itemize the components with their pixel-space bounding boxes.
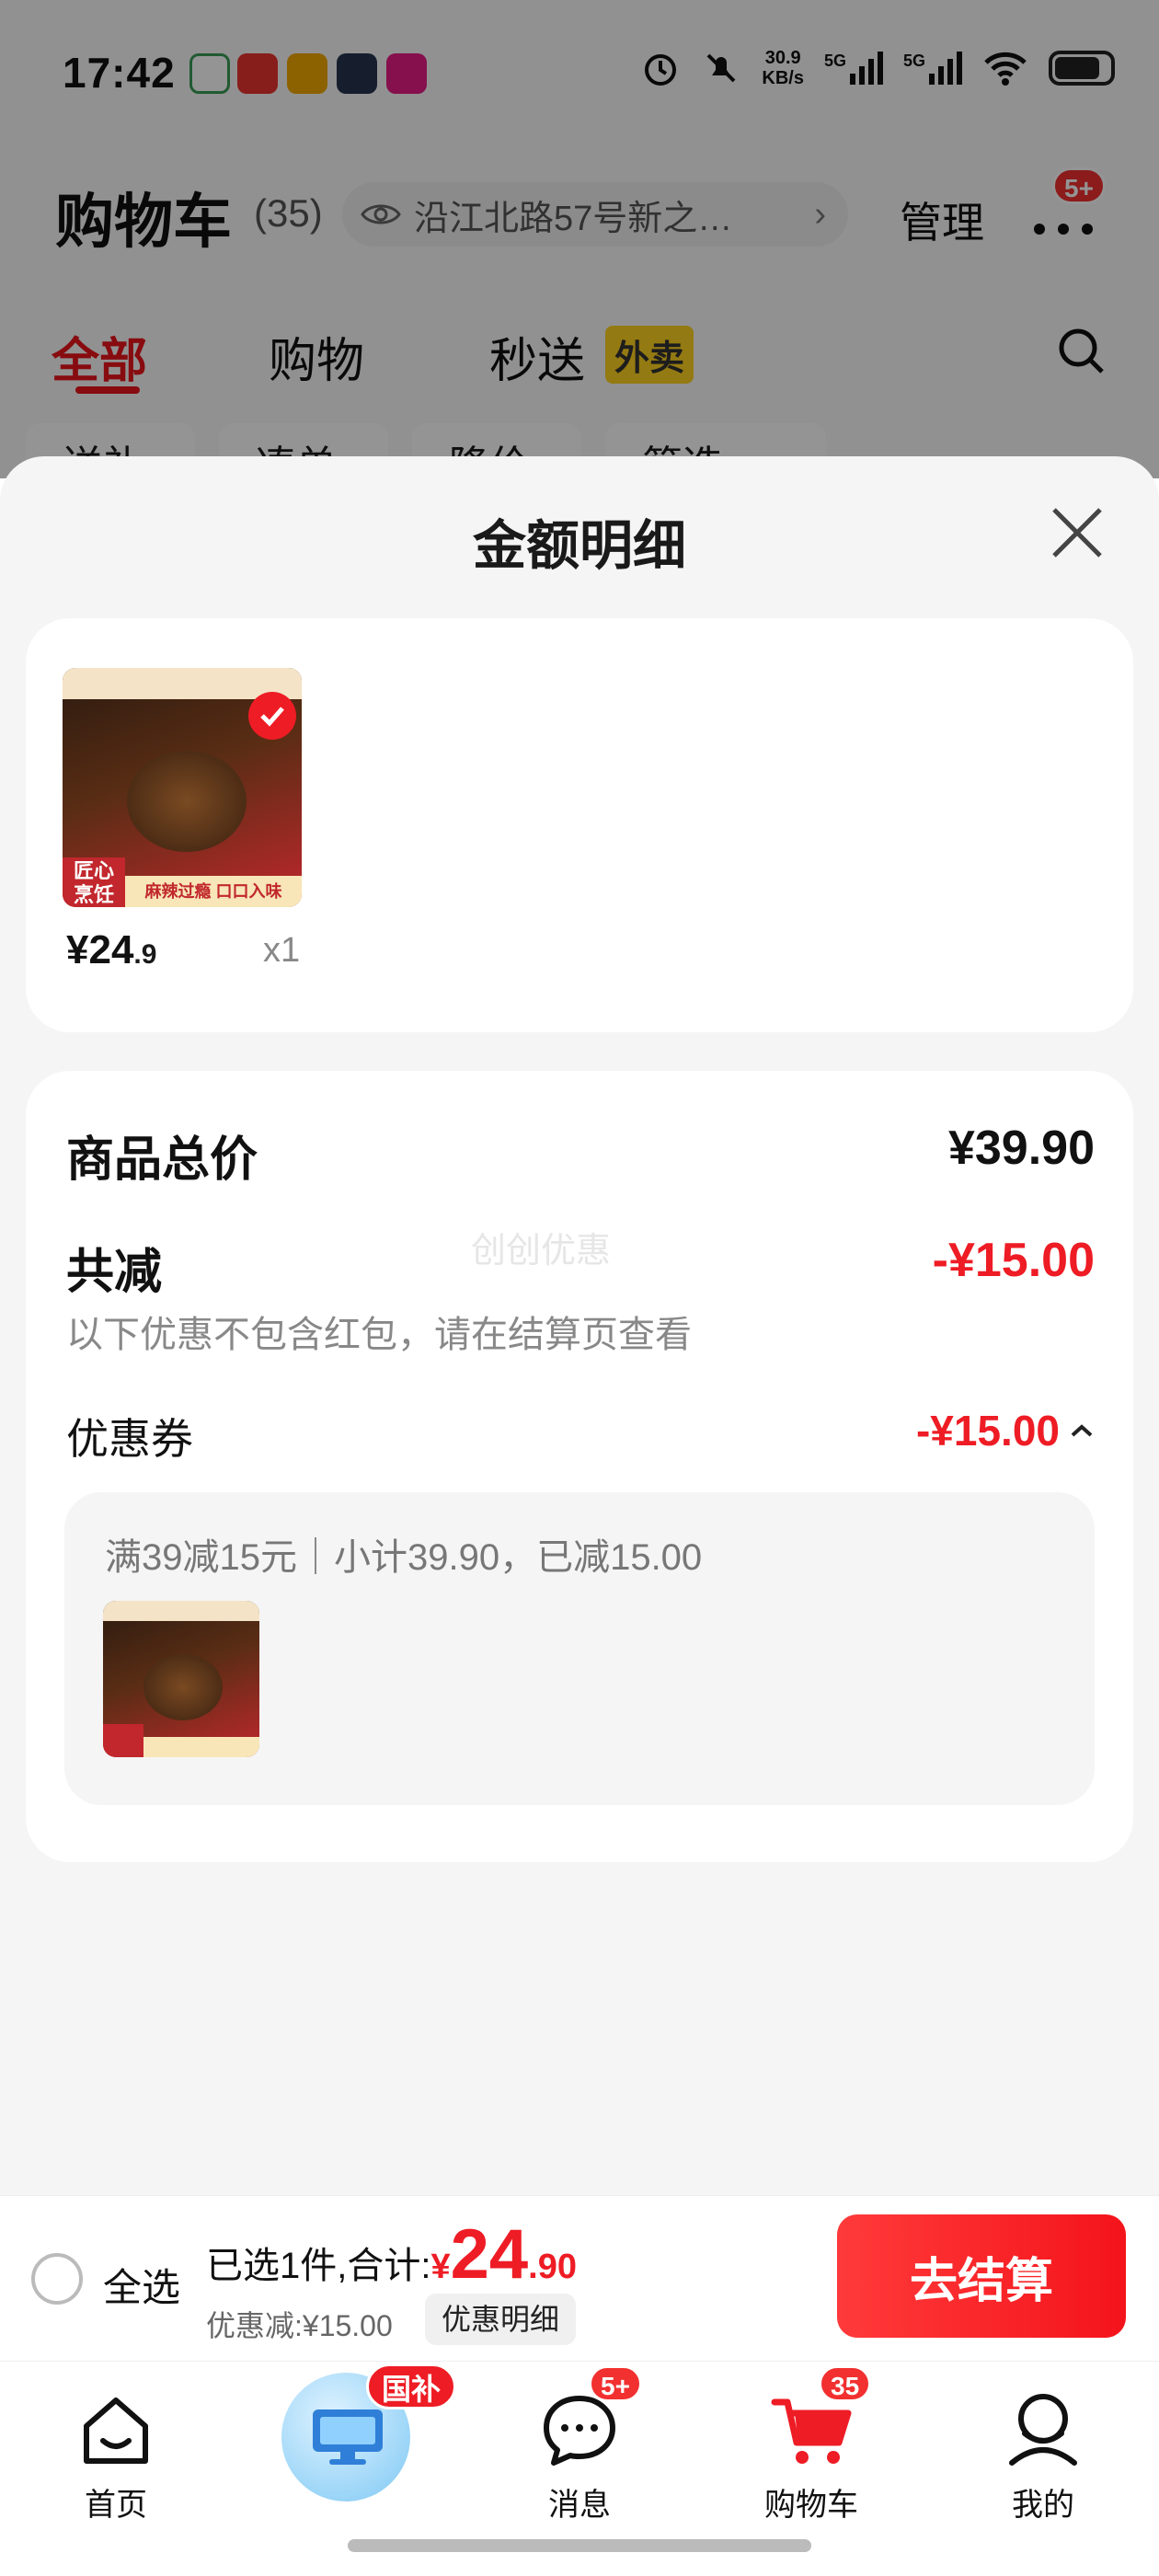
- discount-detail-button[interactable]: 优惠明细: [425, 2294, 577, 2345]
- selected-total: 已选1件,合计: ¥ 24 .90: [206, 2214, 577, 2294]
- reduce-note: 以下优惠不包含红包，请在结算页查看: [66, 1315, 692, 1355]
- coupon-detail-box: 满39减15元｜小计39.90，已减15.00: [64, 1492, 1095, 1805]
- message-icon: [544, 2396, 615, 2466]
- item-price: ¥24.9: [66, 927, 156, 973]
- checkout-bar: 全选 已选1件,合计: ¥ 24 .90 优惠减:¥15.00 优惠明细 去结算: [0, 2195, 1159, 2361]
- modal-overlay[interactable]: [0, 0, 1159, 478]
- nav-cart-label: 购物车: [764, 2488, 858, 2523]
- currency-symbol: ¥: [430, 2248, 451, 2286]
- item-price-main: ¥24: [66, 927, 134, 972]
- chevron-up-icon: [1071, 1424, 1093, 1437]
- selected-check-icon: [248, 692, 296, 740]
- discount-text: 优惠减:¥15.00: [206, 2309, 393, 2342]
- reduce-value: -¥15.00: [932, 1234, 1095, 1287]
- home-indicator: [348, 2539, 811, 2552]
- image-banner-text: 麻辣过瘾 口口入味: [125, 876, 302, 907]
- nav-profile-label: 我的: [1012, 2488, 1074, 2523]
- total-value: ¥39.90: [947, 1121, 1095, 1175]
- coupon-value: -¥15.00: [915, 1407, 1060, 1455]
- item-quantity: x1: [263, 931, 301, 970]
- item-card: 匠心 烹饪 麻辣过瘾 口口入味 ¥24.9 x1: [26, 618, 1133, 1032]
- total-decimal: .90: [528, 2248, 577, 2286]
- profile-icon: [1009, 2394, 1077, 2466]
- select-all-checkbox[interactable]: [31, 2253, 83, 2305]
- nav-home-label: 首页: [85, 2488, 147, 2523]
- select-all-label[interactable]: 全选: [103, 2257, 180, 2313]
- image-corner-label: 匠心 烹饪: [63, 857, 125, 907]
- checkout-button[interactable]: 去结算: [837, 2214, 1126, 2338]
- coupon-product-image: [103, 1601, 259, 1757]
- subsidy-badge: 国补: [366, 2363, 457, 2409]
- close-icon[interactable]: [1049, 504, 1106, 561]
- total-main: 24: [450, 2215, 529, 2294]
- sheet-title: 金额明细: [472, 516, 686, 576]
- item-price-decimal: .9: [133, 939, 157, 970]
- reduce-label: 共减: [66, 1246, 163, 1299]
- nav-cart[interactable]: 购物车: [738, 2380, 885, 2536]
- coupon-toggle[interactable]: -¥15.00: [916, 1406, 1095, 1455]
- coupon-label: 优惠券: [66, 1415, 193, 1463]
- messages-badge: 5+: [589, 2365, 642, 2402]
- watermark: 创创优惠: [471, 1232, 612, 1271]
- nav-home[interactable]: 首页: [42, 2380, 189, 2536]
- nav-messages-label: 消息: [548, 2488, 611, 2523]
- selected-text: 已选1件,合计:: [206, 2246, 431, 2286]
- monitor-icon: [313, 2409, 383, 2465]
- nav-messages[interactable]: 消息: [506, 2380, 653, 2536]
- cart-icon: [771, 2398, 852, 2464]
- cart-badge: 35: [819, 2365, 872, 2402]
- home-icon: [84, 2398, 148, 2464]
- price-summary-card: 商品总价 ¥39.90 共减 创创优惠 -¥15.00 以下优惠不包含红包，请在…: [26, 1071, 1133, 1862]
- product-image[interactable]: 匠心 烹饪 麻辣过瘾 口口入味: [63, 668, 302, 907]
- total-label: 商品总价: [66, 1133, 258, 1187]
- coupon-detail-text: 满39减15元｜小计39.90，已减15.00: [105, 1537, 703, 1578]
- nav-profile[interactable]: 我的: [970, 2380, 1117, 2536]
